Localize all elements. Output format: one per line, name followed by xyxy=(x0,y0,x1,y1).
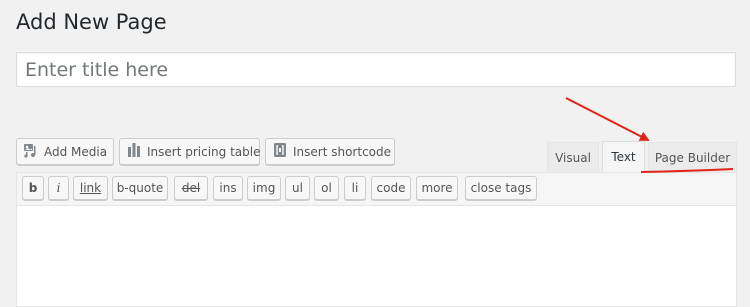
bar-chart-icon xyxy=(126,142,142,161)
quicktags-toolbar: b i link b-quote del ins img ul ol li co… xyxy=(17,173,736,206)
quicktag-close-tags-button[interactable]: close tags xyxy=(465,176,537,200)
insert-shortcode-label: Insert shortcode xyxy=(293,144,392,159)
title-input[interactable] xyxy=(16,52,736,87)
insert-pricing-table-button[interactable]: Insert pricing table xyxy=(119,138,260,165)
quicktag-code-button[interactable]: code xyxy=(371,176,411,200)
content-textarea[interactable] xyxy=(17,206,736,306)
editor-container: b i link b-quote del ins img ul ol li co… xyxy=(16,172,737,307)
quicktag-ins-button[interactable]: ins xyxy=(213,176,243,200)
tab-page-builder-label: Page Builder xyxy=(654,150,731,165)
tab-visual[interactable]: Visual xyxy=(547,142,599,172)
page-title: Add New Page xyxy=(16,10,167,34)
quicktag-img-button[interactable]: img xyxy=(247,176,281,200)
shortcode-icon xyxy=(272,142,288,161)
tab-page-builder[interactable]: Page Builder xyxy=(648,142,737,172)
quicktag-li-button[interactable]: li xyxy=(344,176,366,200)
quicktag-del-button[interactable]: del xyxy=(174,176,208,200)
quicktag-more-button[interactable]: more xyxy=(416,176,458,200)
quicktag-link-button[interactable]: link xyxy=(73,176,108,200)
add-media-label: Add Media xyxy=(44,144,108,159)
insert-pricing-table-label: Insert pricing table xyxy=(147,144,261,159)
quicktag-italic-button[interactable]: i xyxy=(48,176,69,200)
add-media-button[interactable]: Add Media xyxy=(16,138,114,165)
quicktag-ol-button[interactable]: ol xyxy=(314,176,339,200)
tab-text-label: Text xyxy=(611,150,636,164)
tab-visual-label: Visual xyxy=(555,150,591,165)
quicktag-bold-button[interactable]: b xyxy=(22,176,44,200)
tab-text[interactable]: Text xyxy=(602,141,645,172)
quicktag-ul-button[interactable]: ul xyxy=(285,176,310,200)
media-icon xyxy=(23,142,39,161)
annotation-arrow xyxy=(565,97,650,141)
insert-shortcode-button[interactable]: Insert shortcode xyxy=(265,138,395,165)
quicktag-bquote-button[interactable]: b-quote xyxy=(112,176,168,200)
